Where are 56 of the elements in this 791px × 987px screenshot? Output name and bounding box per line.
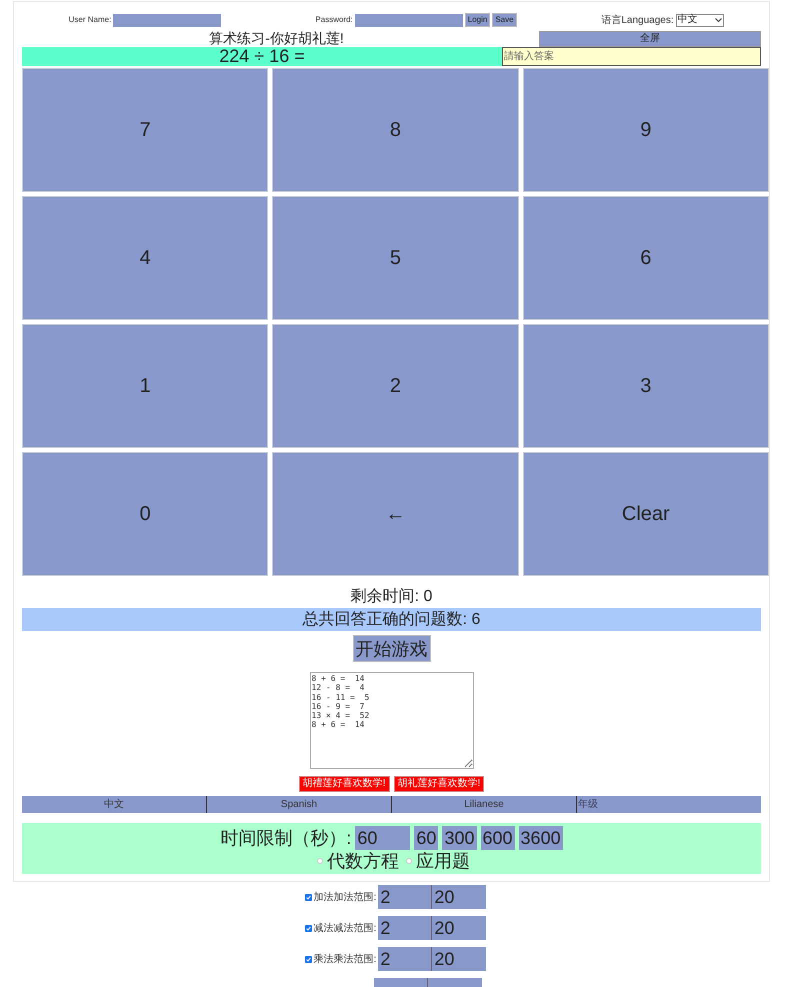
- checkbox[interactable]: [304, 924, 312, 932]
- keypad-button[interactable]: ←: [272, 452, 519, 576]
- time-limit-label: 时间限制（秒）:: [220, 828, 352, 848]
- keypad-button[interactable]: 3: [522, 324, 769, 448]
- time-preset-button[interactable]: 60: [414, 826, 438, 850]
- login-button[interactable]: Login: [464, 13, 490, 27]
- chevron-down-icon: [714, 18, 722, 22]
- keypad-button[interactable]: 1: [22, 324, 268, 448]
- range-min-field[interactable]: 2: [378, 916, 432, 940]
- keypad-button[interactable]: 7: [22, 68, 268, 192]
- username-label: User Name:: [68, 14, 112, 26]
- history-field[interactable]: 8 + 6 = 14 12 - 8 = 4 16 - 11 = 5 16 - 9 = 7 13 × 4 = 52 8 + 6 = 14: [310, 672, 474, 769]
- score-bar: 总共回答正确的问题数: 6: [22, 608, 761, 631]
- password-label: Password:: [315, 14, 353, 26]
- keypad-button[interactable]: 2: [272, 324, 519, 448]
- cheer-button[interactable]: 胡礼莲好喜欢数学!: [394, 776, 484, 792]
- time-preset-button[interactable]: 600: [480, 826, 515, 850]
- question-type-label: 应用题: [416, 851, 470, 871]
- range-min-field[interactable]: 2: [378, 885, 432, 909]
- time-preset-button[interactable]: 3600: [518, 826, 563, 850]
- problem-text: 224 ÷ 16 =: [219, 47, 305, 66]
- checkbox[interactable]: [304, 956, 312, 962]
- time-preset-button[interactable]: 300: [442, 826, 476, 850]
- timer-text: 剩余时间: 0: [350, 588, 432, 606]
- keypad-button[interactable]: Clear: [522, 452, 769, 576]
- keypad-button[interactable]: 6: [522, 196, 769, 320]
- username-field[interactable]: [113, 14, 222, 26]
- range-max-field[interactable]: 20: [432, 885, 486, 909]
- keypad-button[interactable]: 5: [272, 196, 519, 320]
- save-button[interactable]: Save: [492, 13, 517, 27]
- check-icon: [306, 956, 311, 962]
- range-label: 减法减法范围:: [314, 922, 376, 936]
- range-max-field[interactable]: 20: [432, 947, 486, 971]
- range-max-field[interactable]: 20: [432, 916, 486, 940]
- cheer-button[interactable]: 胡禮莲好喜欢数学!: [298, 776, 390, 792]
- radio-button[interactable]: [406, 858, 412, 864]
- check-icon: [306, 926, 311, 930]
- fullscreen-button[interactable]: 全屏: [539, 31, 761, 47]
- radio-button[interactable]: [317, 858, 323, 864]
- start-game-button[interactable]: 开始游戏: [352, 635, 430, 662]
- page-title: 算术练习-你好胡礼莲!: [209, 30, 344, 46]
- language-label: 语言Languages:: [601, 14, 674, 28]
- language-select[interactable]: 中文: [676, 14, 724, 26]
- checkbox[interactable]: [304, 894, 312, 900]
- time-limit-field[interactable]: 60: [355, 826, 410, 850]
- range-min-field[interactable]: 2: [378, 947, 432, 971]
- password-field[interactable]: [354, 14, 463, 26]
- keypad-button[interactable]: 4: [22, 196, 268, 320]
- question-type-label: 代数方程: [327, 851, 399, 871]
- answer-field[interactable]: 請输入答案: [502, 47, 761, 66]
- range-label: 乘法乘法范围:: [314, 952, 376, 966]
- keypad-button[interactable]: 8: [272, 68, 519, 192]
- keypad-button[interactable]: 0: [22, 452, 268, 576]
- keypad-button[interactable]: 9: [522, 68, 769, 192]
- range-label: 加法加法范围:: [314, 890, 376, 904]
- check-icon: [306, 894, 311, 900]
